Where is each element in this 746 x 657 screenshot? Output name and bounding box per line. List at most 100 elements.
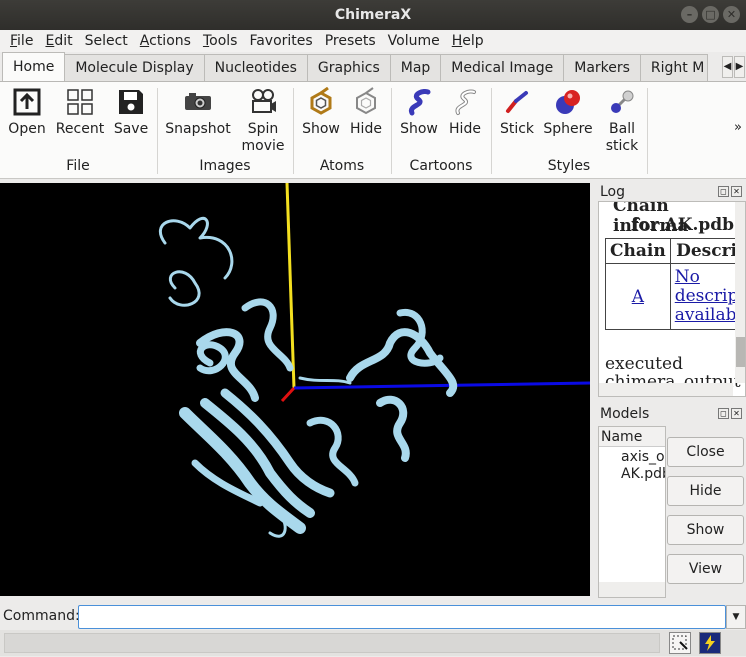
model-close-button[interactable]: Close (667, 437, 744, 467)
y-axis-line (285, 183, 296, 389)
command-label: Command: (3, 608, 80, 624)
show-cartoons-button[interactable]: Show (398, 87, 440, 138)
log-horizontal-scrollbar[interactable] (599, 383, 733, 396)
group-label-styles: Styles (547, 158, 591, 174)
ball-and-stick-icon (607, 87, 637, 117)
toolbar-tabs: Home Molecule Display Nucleotides Graphi… (0, 52, 746, 82)
open-label: Open (8, 121, 46, 137)
group-label-images: Images (199, 158, 251, 174)
ball-stick-label-line2: stick (605, 138, 639, 154)
menu-volume[interactable]: Volume (382, 33, 446, 49)
graphics-quality-button[interactable] (699, 632, 721, 654)
tab-scroll-left-button[interactable]: ◀ (722, 56, 733, 78)
snapshot-button[interactable]: Snapshot (164, 87, 232, 138)
status-bar (0, 630, 746, 656)
graphics-viewer[interactable] (0, 183, 590, 596)
log-vertical-scrollbar[interactable] (735, 202, 745, 383)
models-name-header: Name (599, 427, 665, 447)
sphere-style-button[interactable]: Sphere (542, 87, 594, 138)
command-input[interactable] (78, 605, 726, 629)
tab-right-mouse[interactable]: Right M (639, 54, 708, 81)
home-toolbar: Open Recent Save File Snapshot Spin movi… (0, 82, 746, 179)
menu-favorites[interactable]: Favorites (243, 33, 318, 49)
ball-stick-label-line1: Ball (609, 121, 635, 137)
tab-medical-image[interactable]: Medical Image (440, 54, 565, 81)
menu-tools[interactable]: Tools (197, 33, 244, 49)
ball-stick-style-button[interactable]: Ball stick (600, 87, 644, 155)
model-hide-button[interactable]: Hide (667, 476, 744, 506)
menu-select[interactable]: Select (79, 33, 134, 49)
menu-file[interactable]: File (4, 33, 39, 49)
ribbon-cartoon (158, 216, 458, 538)
lightning-icon (705, 635, 715, 651)
models-panel-title: Models (600, 406, 650, 422)
tab-nucleotides[interactable]: Nucleotides (203, 54, 308, 81)
maximize-button[interactable]: □ (702, 6, 719, 23)
menu-edit[interactable]: Edit (39, 33, 78, 49)
stick-label: Stick (499, 121, 535, 137)
tab-graphics[interactable]: Graphics (306, 54, 391, 81)
model-item-ak-pdb[interactable]: AK.pdb (621, 466, 665, 482)
models-horizontal-scrollbar[interactable] (599, 582, 665, 597)
tab-home[interactable]: Home (2, 52, 66, 81)
recent-button[interactable]: Recent (54, 87, 106, 138)
group-label-atoms: Atoms (319, 158, 365, 174)
description-link-line2[interactable]: descrip (675, 286, 739, 306)
model-show-button[interactable]: Show (667, 515, 744, 545)
show-atoms-label: Show (302, 121, 340, 137)
models-list[interactable]: Name axis_ou AK.pdb (598, 426, 666, 598)
group-label-cartoons: Cartoons (409, 158, 473, 174)
window-titlebar: ChimeraX – □ ✕ (0, 0, 746, 30)
log-panel-title: Log (600, 184, 626, 200)
sphere-icon (553, 87, 583, 117)
open-icon (12, 87, 42, 117)
chain-table: Chain Descri A No descrip availab (605, 238, 744, 330)
tab-markers[interactable]: Markers (563, 54, 641, 81)
select-icon (672, 635, 688, 650)
menu-help[interactable]: Help (446, 33, 490, 49)
z-axis-line (280, 386, 296, 403)
tab-scroll-right-button[interactable]: ▶ (734, 56, 745, 78)
menu-actions[interactable]: Actions (134, 33, 197, 49)
model-item-axis[interactable]: axis_ou (621, 449, 665, 465)
log-float-button[interactable]: ◻ (718, 186, 729, 197)
command-history-dropdown[interactable]: ▼ (726, 605, 746, 629)
description-link-line3[interactable]: availab (675, 305, 737, 325)
selection-inspector-button[interactable] (669, 632, 691, 654)
toolbar-overflow-button[interactable]: » (734, 120, 742, 135)
show-atoms-button[interactable]: Show (300, 86, 342, 138)
model-view-button[interactable]: View (667, 554, 744, 584)
models-float-button[interactable]: ◻ (718, 408, 729, 419)
spin-label-line1: Spin (247, 121, 279, 137)
chain-column-header: Chain (605, 238, 671, 264)
stick-icon (502, 87, 532, 117)
tab-map[interactable]: Map (389, 54, 442, 81)
log-view[interactable]: Chain informa for AK.pdb Chain Descri A … (598, 201, 746, 397)
save-label: Save (113, 121, 149, 137)
spin-movie-button[interactable]: Spin movie (240, 87, 286, 155)
description-link-line1[interactable]: No (675, 267, 700, 287)
hide-cartoons-label: Hide (449, 121, 481, 137)
close-window-button[interactable]: ✕ (723, 6, 740, 23)
menu-bar: File Edit Select Actions Tools Favorites… (0, 30, 746, 52)
tab-molecule-display[interactable]: Molecule Display (64, 54, 205, 81)
save-button[interactable]: Save (112, 87, 150, 138)
models-close-button[interactable]: ✕ (731, 408, 742, 419)
log-close-button[interactable]: ✕ (731, 186, 742, 197)
chain-a-link[interactable]: A (632, 287, 644, 307)
menu-presets[interactable]: Presets (319, 33, 382, 49)
cartoon-show-icon (404, 87, 434, 117)
open-button[interactable]: Open (6, 87, 48, 138)
stick-style-button[interactable]: Stick (496, 87, 538, 138)
log-executed-line1: executed (605, 354, 683, 374)
atoms-hide-icon (351, 87, 381, 117)
hide-atoms-button[interactable]: Hide (346, 87, 386, 138)
description-column-header: Descri (669, 238, 744, 264)
log-scroll-thumb[interactable] (736, 337, 745, 367)
atoms-show-icon (306, 86, 336, 117)
hide-cartoons-button[interactable]: Hide (444, 87, 486, 138)
minimize-button[interactable]: – (681, 6, 698, 23)
recent-label: Recent (55, 121, 105, 137)
spin-label-line2: movie (241, 138, 285, 154)
snapshot-label: Snapshot (165, 121, 231, 137)
